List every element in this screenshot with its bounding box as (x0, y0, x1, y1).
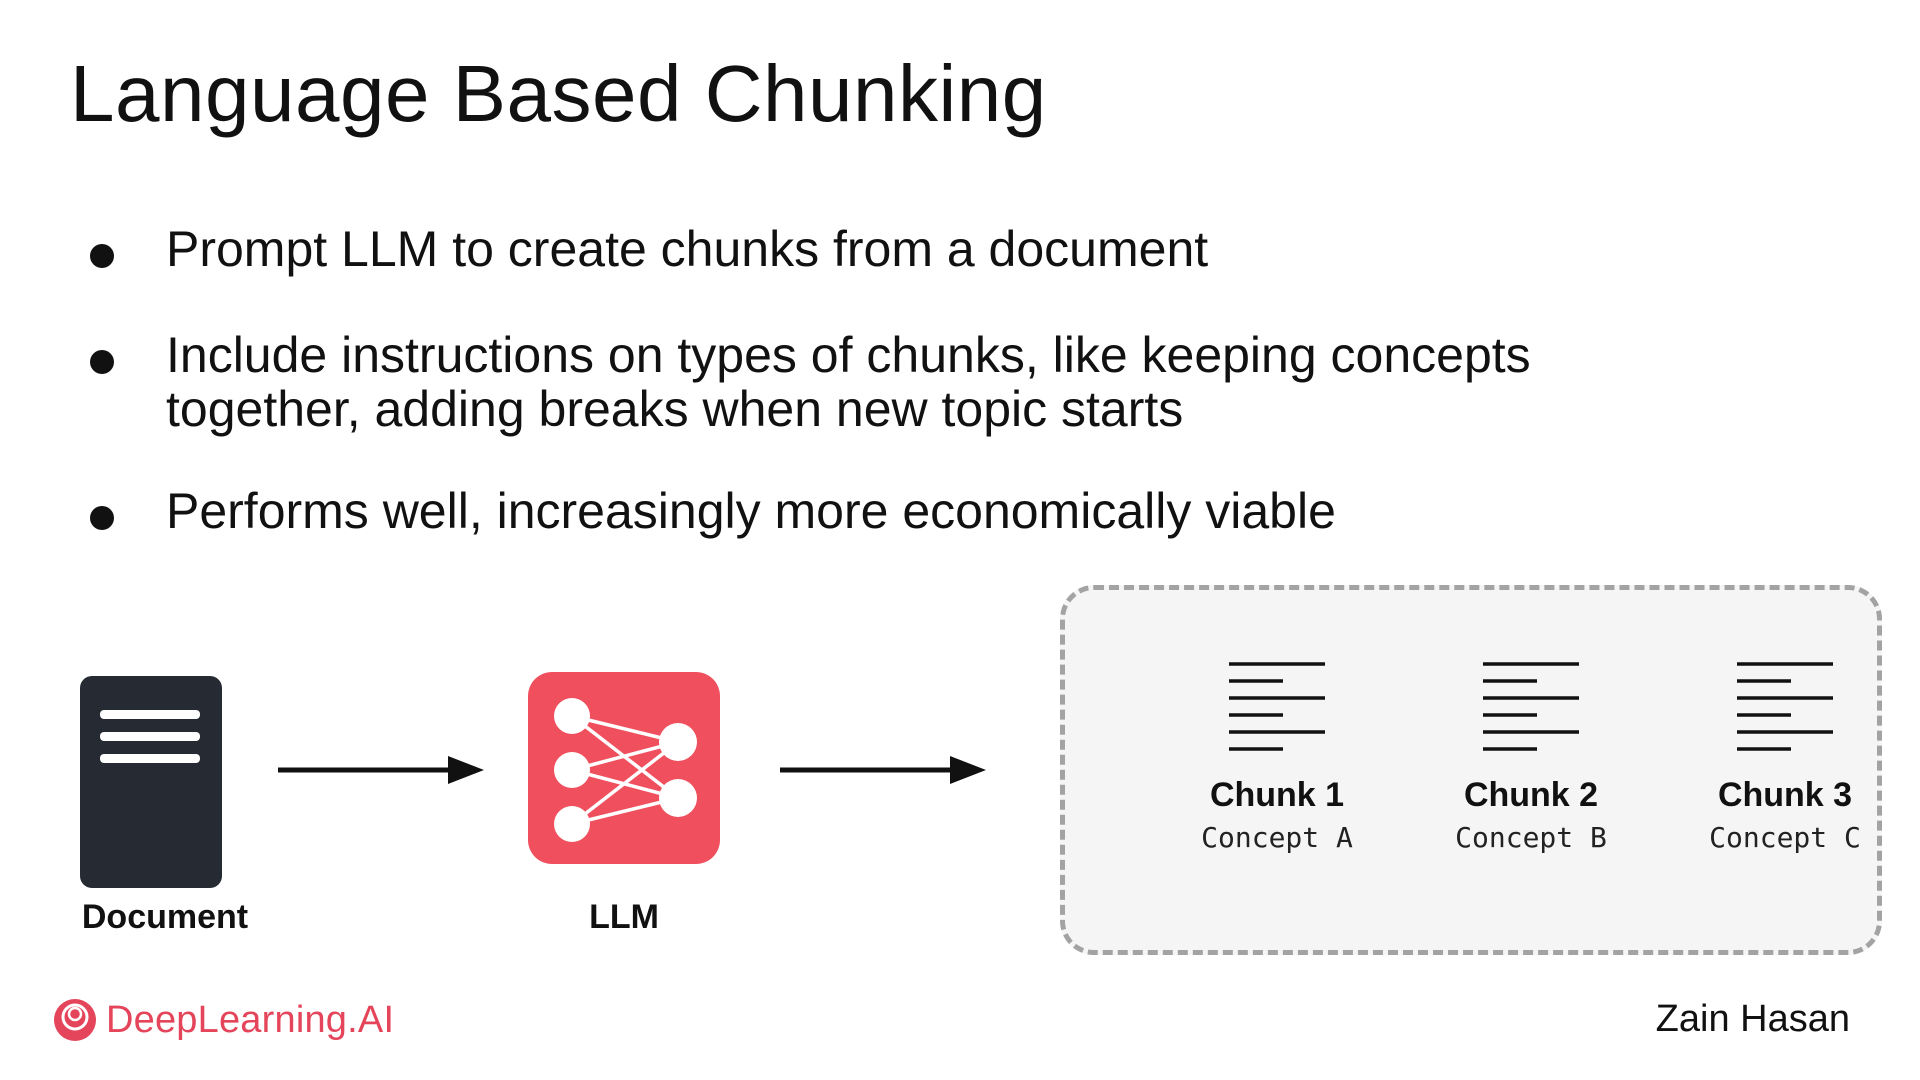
chunk-concept: Concept B (1455, 821, 1607, 854)
bullet-dot-icon (90, 506, 114, 530)
chunks-container: Chunk 1 Concept A Chunk 2 Concept B Chun… (1060, 585, 1882, 955)
document-line (100, 754, 200, 763)
chunk-concept: Concept C (1709, 821, 1861, 854)
chunk-name: Chunk 3 (1717, 776, 1853, 814)
document-line (100, 710, 200, 719)
slide: Language Based Chunking Prompt LLM to cr… (0, 0, 1920, 1080)
bullet-line: Include instructions on types of chunks,… (166, 327, 1531, 383)
chunk-name: Chunk 2 (1463, 776, 1599, 814)
chunk-name: Chunk 1 (1209, 776, 1345, 814)
arrow-right-icon (278, 756, 484, 784)
chunk-card: Chunk 2 Concept B (1421, 660, 1641, 854)
document-icon (80, 676, 222, 888)
arrow-right-icon (780, 756, 986, 784)
neural-network-graph (554, 698, 697, 842)
text-lines-icon (1737, 662, 1833, 751)
bullet-line: Performs well, increasingly more economi… (166, 483, 1336, 539)
bullet-line: Prompt LLM to create chunks from a docum… (166, 221, 1209, 277)
document-line (100, 732, 200, 741)
chunk-card: Chunk 1 Concept A (1167, 660, 1387, 854)
text-lines-icon (1229, 662, 1325, 751)
bullet-dot-icon (90, 350, 114, 374)
bullet-text: Performs well, increasingly more economi… (166, 484, 1336, 538)
chunk-concept: Concept A (1201, 821, 1353, 854)
bullet-text: Prompt LLM to create chunks from a docum… (166, 222, 1208, 276)
author-name: Zain Hasan (1655, 998, 1850, 1040)
chunk-card: Chunk 3 Concept C (1675, 660, 1895, 854)
llm-label: LLM (589, 898, 659, 936)
document-label: Document (81, 898, 249, 936)
bullet-text: Include instructions on types of chunks,… (166, 328, 1531, 436)
deeplearning-logo-icon (54, 999, 96, 1041)
text-lines-icon (1483, 662, 1579, 751)
brand: DeepLearning.AI (52, 996, 394, 1044)
neural-network-icon (528, 672, 720, 864)
brand-name: DeepLearning.AI (106, 998, 395, 1041)
bullet-dot-icon (90, 244, 114, 268)
bullet-list: Prompt LLM to create chunks from a docum… (0, 0, 1920, 560)
bullet-line: together, adding breaks when new topic s… (166, 381, 1184, 437)
